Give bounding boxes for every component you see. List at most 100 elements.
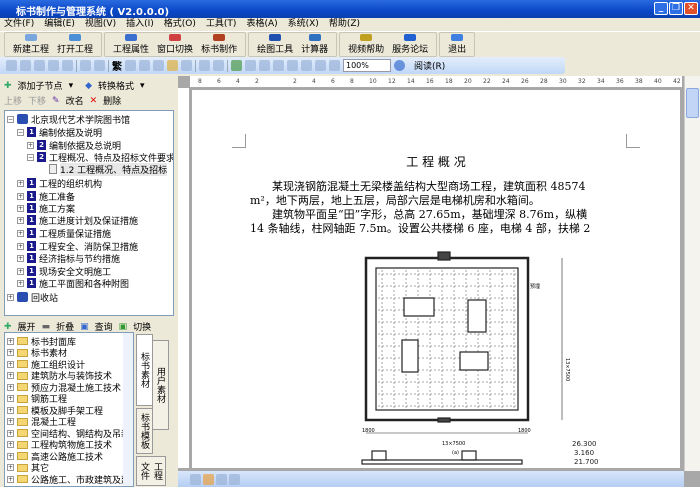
expand-toggle-icon[interactable]: + <box>17 216 24 224</box>
toolbar-button[interactable]: 窗口切换 <box>153 33 197 56</box>
menu-item[interactable]: 文件(F) <box>4 18 34 31</box>
expand-toggle-icon[interactable]: + <box>7 475 14 483</box>
tree-node[interactable]: +2 编制依据及总说明 <box>27 139 121 152</box>
restore-button[interactable]: ❐ <box>669 2 683 15</box>
menu-item[interactable]: 工具(T) <box>206 18 237 31</box>
expand-toggle-icon[interactable]: + <box>17 254 24 262</box>
move-down-button[interactable]: 下移 <box>28 94 46 107</box>
tree-node[interactable]: −1 编制依据及说明 <box>17 126 102 139</box>
delete-button[interactable]: 删除 <box>103 94 121 107</box>
expand-toggle-icon[interactable]: + <box>7 293 14 301</box>
tree-node[interactable]: +1 施工进度计划及保证措施 <box>17 214 138 227</box>
read-mode-button[interactable]: 阅读(R) <box>414 59 445 72</box>
insert-table-icon[interactable] <box>259 60 270 71</box>
minimize-button[interactable]: _ <box>654 2 668 15</box>
help-icon[interactable] <box>394 60 405 71</box>
expand-toggle-icon[interactable]: + <box>17 229 24 237</box>
outline-view-icon[interactable] <box>229 474 240 485</box>
paste-icon[interactable] <box>167 60 178 71</box>
tree-node[interactable]: − 北京现代艺术学院图书馆 <box>7 113 130 126</box>
tab-user-materials[interactable]: 用户素材 <box>152 340 169 430</box>
expand-toggle-icon[interactable]: + <box>17 192 24 200</box>
expand-toggle-icon[interactable]: + <box>7 372 14 379</box>
insert-excel-icon[interactable] <box>273 60 284 71</box>
toolbar-button[interactable]: 退出 <box>444 33 470 56</box>
expand-toggle-icon[interactable]: + <box>17 179 24 187</box>
expand-toggle-icon[interactable]: + <box>7 418 14 425</box>
tree-node[interactable]: + 回收站 <box>7 291 58 304</box>
vertical-scrollbar[interactable] <box>684 76 700 471</box>
tree-node[interactable]: +1 工程质量保证措施 <box>17 227 111 240</box>
expand-toggle-icon[interactable]: − <box>17 128 24 136</box>
horizontal-ruler[interactable]: 8 6 4 2 2 4 6 8 10 12 14 16 18 20 22 24 26 28 30 32 34 36 38 40… <box>190 76 682 88</box>
format-painter-icon[interactable] <box>181 60 192 71</box>
tree-node[interactable]: +1 施工方案 <box>17 202 75 215</box>
normal-view-icon[interactable] <box>190 474 201 485</box>
menu-item[interactable]: 编辑(E) <box>44 18 75 31</box>
library-item[interactable]: + 高速公路施工技术 <box>7 450 103 463</box>
toolbar-button[interactable]: 视频帮助 <box>344 33 388 56</box>
menu-item[interactable]: 视图(V) <box>85 18 116 31</box>
print-preview-icon[interactable] <box>80 60 91 71</box>
expand-toggle-icon[interactable]: + <box>7 337 14 345</box>
move-up-button[interactable]: 上移 <box>4 94 22 107</box>
zoom-select[interactable]: 100% <box>343 59 391 72</box>
expand-toggle-icon[interactable]: + <box>7 452 14 460</box>
tree-node[interactable]: +1 工程安全、消防保卫措施 <box>17 240 138 253</box>
menu-item[interactable]: 帮助(Z) <box>329 18 360 31</box>
spell-icon[interactable] <box>94 60 105 71</box>
tab-bid-templates[interactable]: 标书模板 <box>136 408 153 454</box>
expand-toggle-icon[interactable]: + <box>7 429 14 437</box>
outline-tree[interactable]: − 北京现代艺术学院图书馆 −1 编制依据及说明 +2 编制依据及总说明 −2 工程概况、特点… <box>4 110 174 316</box>
expand-toggle-icon[interactable]: + <box>7 464 14 471</box>
toolbar-button[interactable]: 新建工程 <box>9 33 53 56</box>
tree-node[interactable]: +1 施工平面图和各种附图 <box>17 277 129 290</box>
expand-toggle-icon[interactable]: + <box>7 395 14 402</box>
scroll-thumb[interactable] <box>686 88 699 118</box>
permission-icon[interactable] <box>48 60 59 71</box>
new-doc-icon[interactable] <box>6 60 17 71</box>
expand-toggle-icon[interactable]: + <box>17 267 24 275</box>
expand-toggle-icon[interactable]: + <box>27 141 34 149</box>
undo-icon[interactable] <box>199 60 210 71</box>
rename-button[interactable]: 改名 <box>66 94 84 107</box>
library-item[interactable]: + 公路施工、市政建筑及建筑 <box>7 473 133 486</box>
expand-toggle-icon[interactable]: + <box>7 441 14 448</box>
expand-toggle-icon[interactable]: + <box>7 383 14 391</box>
drawing-icon[interactable] <box>301 60 312 71</box>
document-map-icon[interactable] <box>315 60 326 71</box>
tables-borders-icon[interactable] <box>245 60 256 71</box>
vertical-ruler[interactable] <box>178 88 190 468</box>
material-library-list[interactable]: + 标书封面库 + 标书素材 + 施工组织设计 + 建筑防水与装饰技术 + 预应力混凝土施工技术 +… <box>4 332 134 487</box>
convert-format-button[interactable]: 转换格式 <box>98 79 134 92</box>
expand-toggle-icon[interactable]: + <box>17 204 24 212</box>
menu-item[interactable]: 格式(O) <box>164 18 196 31</box>
open-icon[interactable] <box>20 60 31 71</box>
redo-icon[interactable] <box>213 60 224 71</box>
expand-toggle-icon[interactable]: − <box>7 115 14 123</box>
expand-toggle-icon[interactable]: + <box>7 406 14 414</box>
toolbar-button[interactable]: 标书制作 <box>197 33 241 56</box>
toolbar-button[interactable]: 绘图工具 <box>253 33 297 56</box>
switch-button[interactable]: 切换 <box>133 320 151 333</box>
expand-toggle-icon[interactable]: + <box>7 360 14 368</box>
menu-item[interactable]: 插入(I) <box>126 18 154 31</box>
cut-icon[interactable] <box>139 60 150 71</box>
expand-toggle-icon[interactable]: − <box>27 153 34 161</box>
tab-project-files[interactable]: 工程文件 <box>136 456 166 486</box>
library-scrollbar[interactable] <box>123 333 133 486</box>
tree-node[interactable]: +1 经济指标与节约措施 <box>17 252 120 265</box>
web-view-icon[interactable] <box>203 474 214 485</box>
expand-toggle-icon[interactable]: + <box>7 349 14 356</box>
tab-bid-materials[interactable]: 标书素材 <box>136 334 153 406</box>
hyperlink-icon[interactable] <box>231 60 242 71</box>
tree-node[interactable]: 1.2 工程概况、特点及招标 <box>49 162 168 176</box>
print-view-icon[interactable] <box>216 474 227 485</box>
expand-toggle-icon[interactable]: + <box>17 242 24 250</box>
show-hide-icon[interactable] <box>329 60 340 71</box>
columns-icon[interactable] <box>287 60 298 71</box>
toolbar-button[interactable]: 计算器 <box>297 33 332 56</box>
close-button[interactable]: ✕ <box>684 2 698 15</box>
copy-icon[interactable] <box>153 60 164 71</box>
tree-node[interactable]: +1 施工准备 <box>17 190 75 203</box>
